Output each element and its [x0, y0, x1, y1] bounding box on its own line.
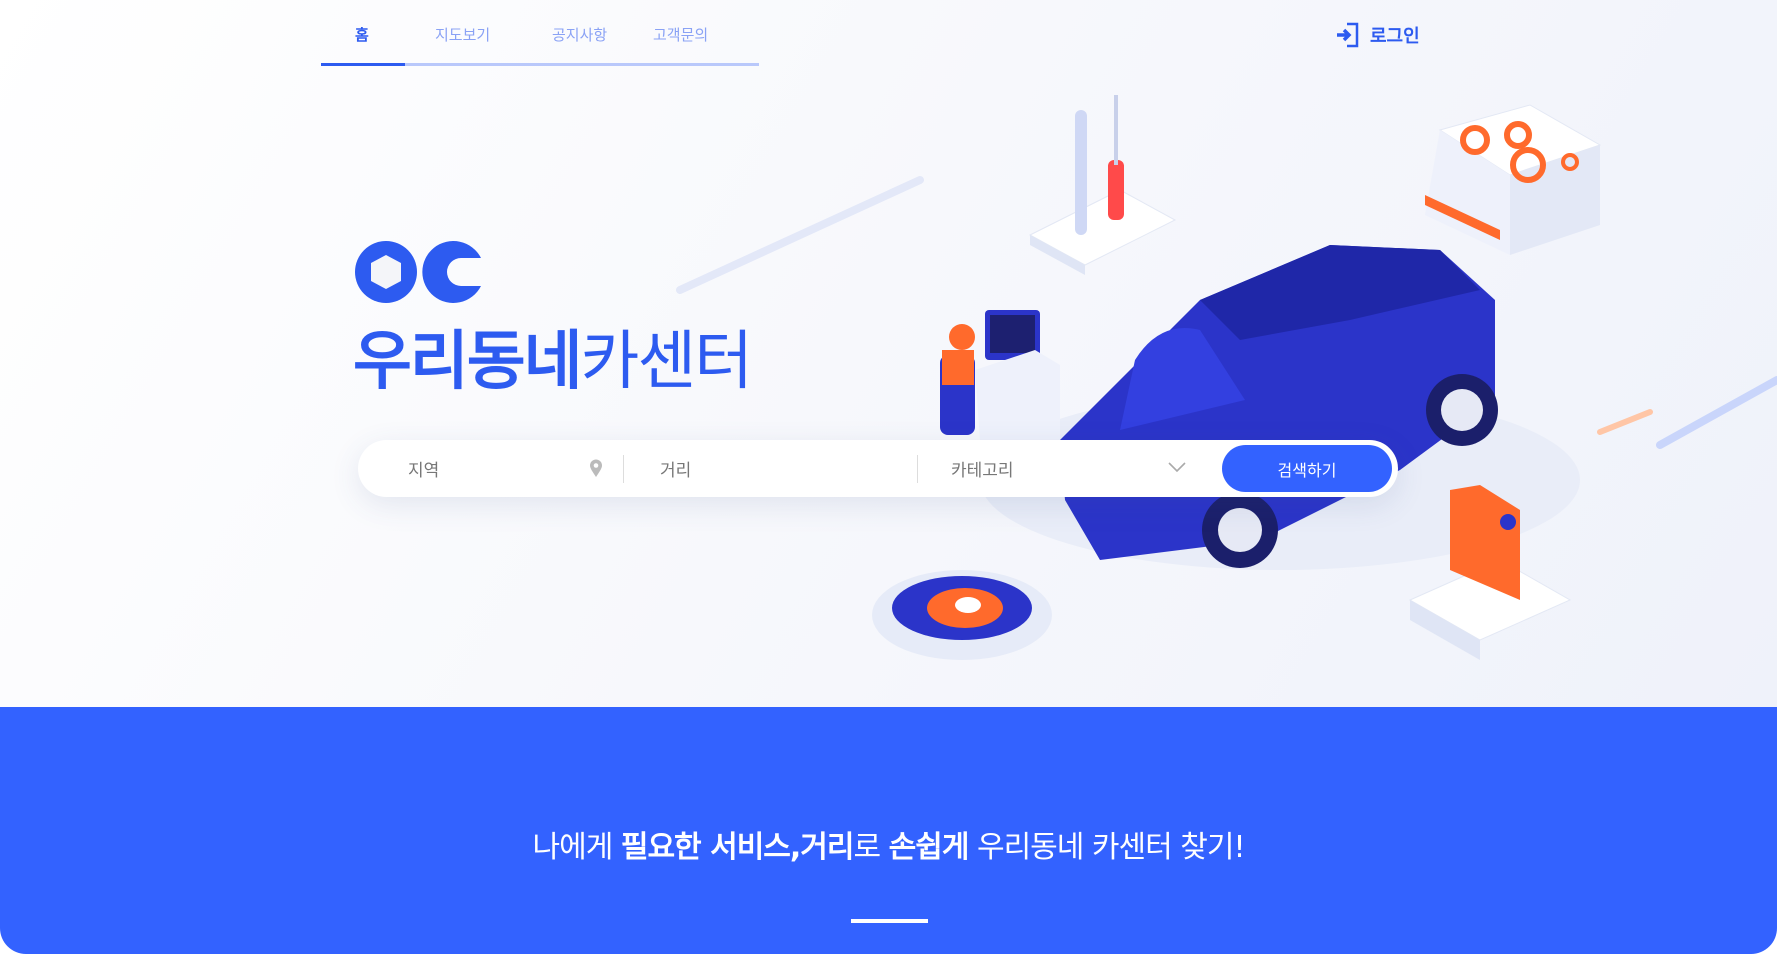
title-bold: 우리동네 [353, 325, 583, 399]
region-placeholder: 지역 [408, 461, 440, 481]
deco-line [676, 176, 924, 294]
distance-input[interactable]: 거리 [624, 440, 917, 497]
login-button[interactable]: 로그인 [1336, 22, 1420, 48]
distance-placeholder: 거리 [660, 461, 692, 481]
category-select[interactable]: 카테고리 [918, 440, 1198, 497]
mechanic [940, 310, 1060, 440]
gears-box [1425, 104, 1602, 255]
oc-logo [355, 241, 481, 303]
tagline-part: 우리동네 카센터 찾기! [968, 830, 1246, 865]
map-pin-icon [590, 459, 602, 477]
tab-support[interactable]: 고객문의 [653, 24, 708, 45]
title-regular: 카센터 [580, 325, 754, 399]
tagline-part: 로 [853, 830, 889, 865]
category-value: 카테고리 [951, 461, 1014, 481]
tagline-part: 손쉽게 [888, 830, 970, 865]
tagline-part: 필요한 서비스,거리 [620, 830, 855, 865]
main-nav: 홈 지도보기 공지사항 고객문의 [321, 0, 759, 66]
deco-line [1597, 409, 1653, 435]
login-label: 로그인 [1370, 26, 1420, 47]
deco-line [1656, 376, 1777, 449]
tab-notice[interactable]: 공지사항 [552, 24, 607, 45]
tagline-part: 나에게 [532, 830, 621, 865]
tools-platform [1028, 95, 1177, 275]
active-tab-indicator [321, 63, 405, 66]
tab-map[interactable]: 지도보기 [435, 24, 490, 45]
tab-home[interactable]: 홈 [355, 24, 369, 45]
location-pin-platform [872, 570, 1052, 660]
home-page: 홈 지도보기 공지사항 고객문의 로그인 우리동네카센터 지역 거리 카테고리 [0, 0, 1777, 954]
search-button[interactable]: 검색하기 [1222, 445, 1392, 492]
page-title: 우리동네카센터 [353, 330, 753, 394]
chevron-down-icon [1168, 462, 1186, 473]
search-bar: 지역 거리 카테고리 검색하기 [358, 440, 1398, 497]
banner-divider [851, 919, 928, 923]
region-input[interactable]: 지역 [358, 440, 623, 497]
tagline: 나에게 필요한 서비스,거리로 손쉽게 우리동네 카센터 찾기! [0, 822, 1777, 866]
car-repair-illustration [676, 95, 1777, 660]
sign-in-icon [1337, 22, 1359, 48]
